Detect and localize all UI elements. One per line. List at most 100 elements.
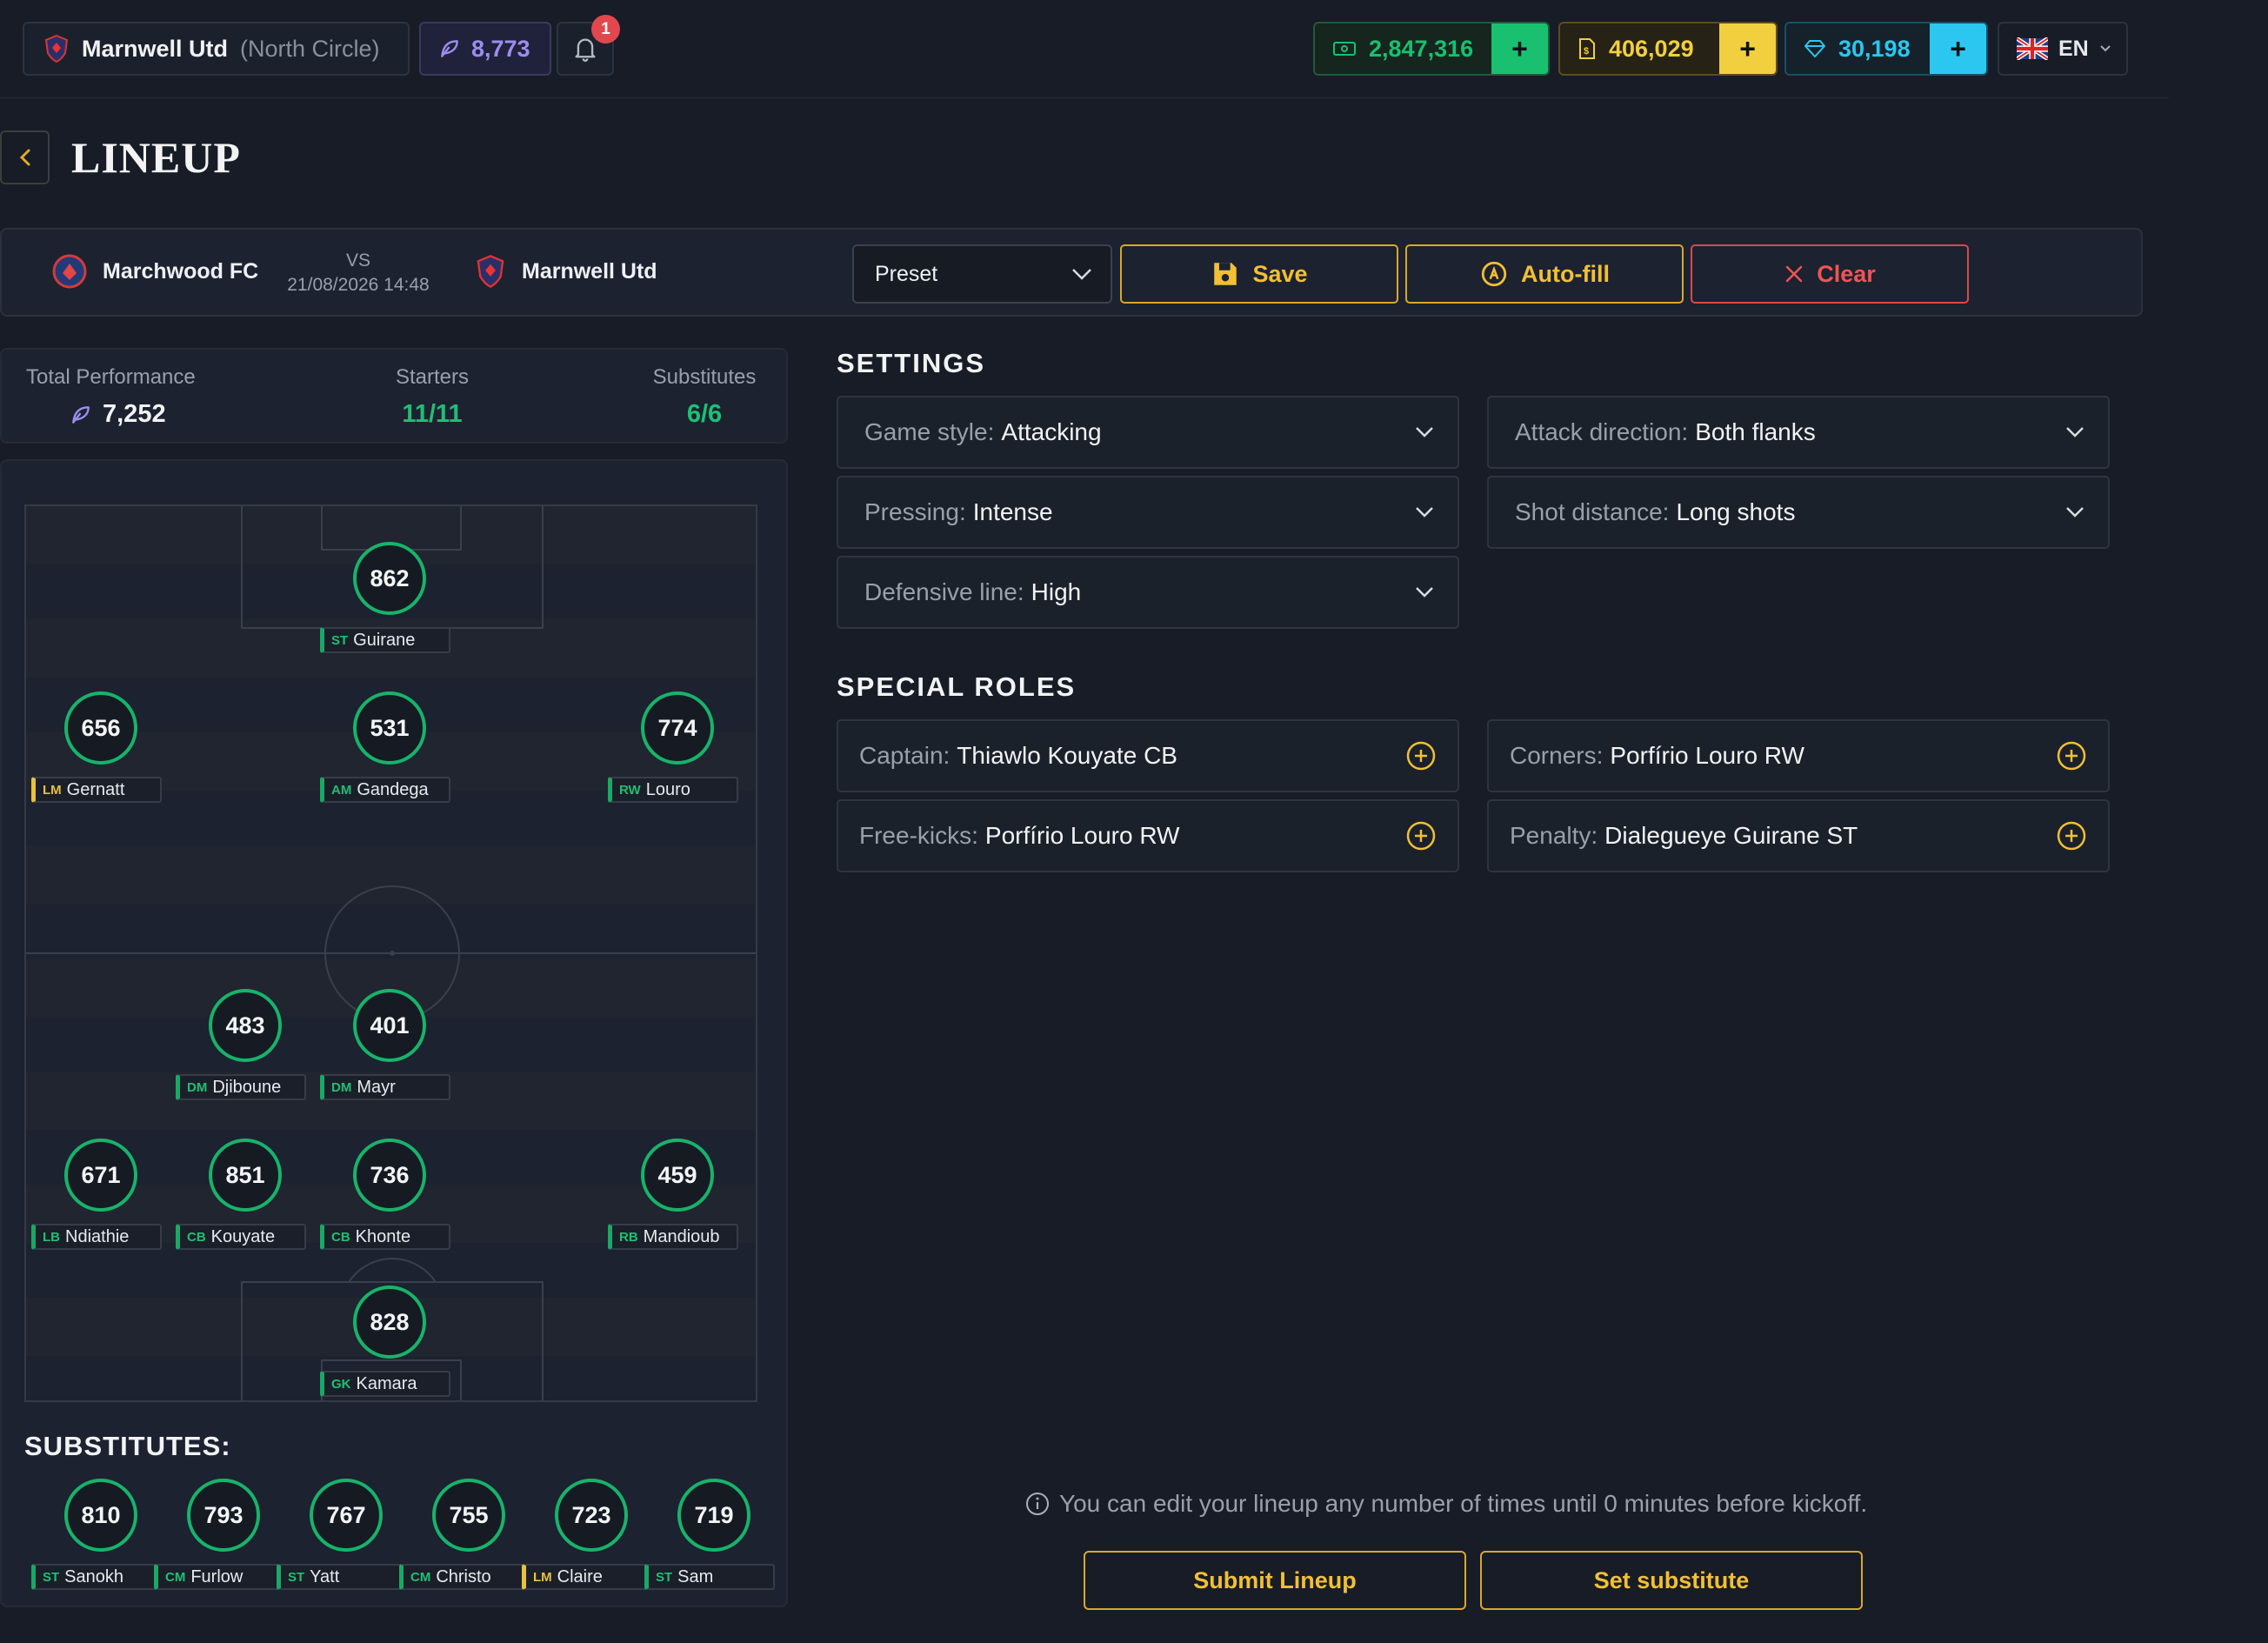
back-button[interactable] [0, 130, 50, 184]
player-rating: 774 [641, 691, 714, 765]
player-card[interactable]: 459 RB Mandioub [608, 1139, 747, 1269]
add-circle-icon[interactable] [1405, 820, 1437, 852]
player-card[interactable]: 531 AM Gandega [320, 691, 459, 822]
chevron-down-icon [2066, 507, 2084, 518]
substitute-card[interactable]: 723 LM Claire [522, 1479, 661, 1609]
player-name: Sanokh [64, 1566, 124, 1586]
player-position: ST [331, 632, 349, 648]
player-position: RW [619, 782, 641, 798]
player-name: Kamara [356, 1373, 417, 1393]
substitute-card[interactable]: 719 ST Sam [644, 1479, 784, 1609]
pressing-dropdown[interactable]: Pressing: Intense [837, 476, 1459, 549]
chevron-down-icon [2066, 427, 2084, 437]
player-tag: DM Mayr [320, 1074, 450, 1100]
freekicks-label: Free-kicks: [859, 822, 978, 849]
player-rating: 767 [310, 1479, 383, 1552]
save-button[interactable]: Save [1120, 244, 1398, 304]
add-tokens-button[interactable]: + [1719, 23, 1776, 74]
gem-value: 30,198 [1838, 35, 1911, 62]
shot-distance-label: Shot distance: [1515, 498, 1670, 525]
player-tag: CM Furlow [154, 1564, 284, 1590]
captain-label: Captain: [859, 742, 951, 769]
starters-label: Starters [395, 365, 470, 389]
cash-balance: 2,847,316 + [1313, 22, 1550, 76]
cash-value: 2,847,316 [1369, 35, 1474, 62]
total-performance-label: Total Performance [26, 365, 196, 389]
substitute-card[interactable]: 810 ST Sanokh [31, 1479, 170, 1609]
add-cash-button[interactable]: + [1491, 23, 1548, 74]
substitute-card[interactable]: 755 CM Christo [399, 1479, 538, 1609]
chevron-down-icon [1416, 427, 1433, 437]
notification-count-badge: 1 [591, 15, 620, 43]
substitute-card[interactable]: 793 CM Furlow [154, 1479, 293, 1609]
player-card[interactable]: 401 DM Mayr [320, 989, 459, 1119]
corners-role[interactable]: Corners: Porfírio Louro RW [1487, 719, 2110, 792]
save-label: Save [1252, 260, 1308, 287]
add-circle-icon[interactable] [1405, 740, 1437, 771]
penalty-role[interactable]: Penalty: Dialegueye Guirane ST [1487, 799, 2110, 872]
freekicks-role[interactable]: Free-kicks: Porfírio Louro RW [837, 799, 1459, 872]
club-crest-icon [44, 34, 69, 63]
player-tag: ST Sam [644, 1564, 775, 1590]
captain-role[interactable]: Captain: Thiawlo Kouyate CB [837, 719, 1459, 792]
player-tag: CB Kouyate [176, 1224, 306, 1250]
performance-badge[interactable]: 8,773 [419, 22, 551, 76]
add-circle-icon[interactable] [2056, 740, 2087, 771]
autofill-label: Auto-fill [1521, 260, 1610, 287]
player-name: Furlow [190, 1566, 243, 1586]
player-name: Yatt [310, 1566, 340, 1586]
substitute-card[interactable]: 767 ST Yatt [277, 1479, 416, 1609]
set-substitute-button[interactable]: Set substitute [1480, 1551, 1863, 1610]
total-performance-value: 7,252 [103, 400, 166, 428]
defensive-line-label: Defensive line: [864, 578, 1024, 605]
player-card[interactable]: 671 LB Ndiathie [31, 1139, 170, 1269]
player-position: LB [43, 1229, 60, 1245]
add-circle-icon[interactable] [2056, 820, 2087, 852]
player-name: Guirane [353, 630, 416, 650]
attack-direction-dropdown[interactable]: Attack direction: Both flanks [1487, 396, 2110, 469]
team-name: Marnwell Utd [82, 35, 229, 62]
player-tag: DM Djiboune [176, 1074, 306, 1100]
home-team-name: Marchwood FC [103, 258, 259, 284]
uk-flag-icon [2017, 37, 2048, 60]
bell-icon [575, 38, 596, 62]
defensive-line-dropdown[interactable]: Defensive line: High [837, 556, 1459, 629]
special-roles-title: SPECIAL ROLES [837, 671, 1077, 702]
preset-dropdown[interactable]: Preset [852, 244, 1112, 304]
player-name: Claire [557, 1566, 603, 1586]
clear-button[interactable]: Clear [1691, 244, 1969, 304]
penalty-label: Penalty: [1510, 822, 1598, 849]
substitutes-label: Substitutes [652, 365, 757, 389]
player-card[interactable]: 862 ST Guirane [320, 542, 459, 672]
language-code: EN [2058, 36, 2089, 61]
player-card[interactable]: 656 LM Gernatt [31, 691, 170, 822]
shot-distance-dropdown[interactable]: Shot distance: Long shots [1487, 476, 2110, 549]
feather-icon [72, 405, 90, 424]
player-card[interactable]: 483 DM Djiboune [176, 989, 315, 1119]
game-style-label: Game style: [864, 418, 995, 445]
player-name: Kouyate [210, 1226, 276, 1246]
player-name: Ndiathie [65, 1226, 130, 1246]
player-rating: 401 [353, 989, 426, 1062]
autofill-button[interactable]: Auto-fill [1405, 244, 1684, 304]
team-selector[interactable]: Marnwell Utd (North Circle) [23, 22, 410, 76]
attack-direction-label: Attack direction: [1515, 418, 1689, 445]
team-region: (North Circle) [240, 35, 380, 62]
pressing-label: Pressing: [864, 498, 966, 525]
player-tag: CM Christo [399, 1564, 530, 1590]
player-tag: LM Claire [522, 1564, 652, 1590]
submit-lineup-button[interactable]: Submit Lineup [1084, 1551, 1466, 1610]
player-position: LM [533, 1569, 552, 1585]
player-card[interactable]: 851 CB Kouyate [176, 1139, 315, 1269]
diamond-icon [1804, 40, 1825, 57]
chevron-down-icon [1072, 269, 1091, 280]
language-selector[interactable]: EN [1998, 22, 2128, 76]
player-card[interactable]: 828 GK Kamara [320, 1286, 459, 1416]
penalty-value: Dialegueye Guirane ST [1604, 822, 1858, 849]
player-rating: 719 [677, 1479, 750, 1552]
add-gems-button[interactable]: + [1930, 23, 1986, 74]
player-rating: 483 [209, 989, 282, 1062]
player-card[interactable]: 736 CB Khonte [320, 1139, 459, 1269]
game-style-dropdown[interactable]: Game style: Attacking [837, 396, 1459, 469]
player-card[interactable]: 774 RW Louro [608, 691, 747, 822]
